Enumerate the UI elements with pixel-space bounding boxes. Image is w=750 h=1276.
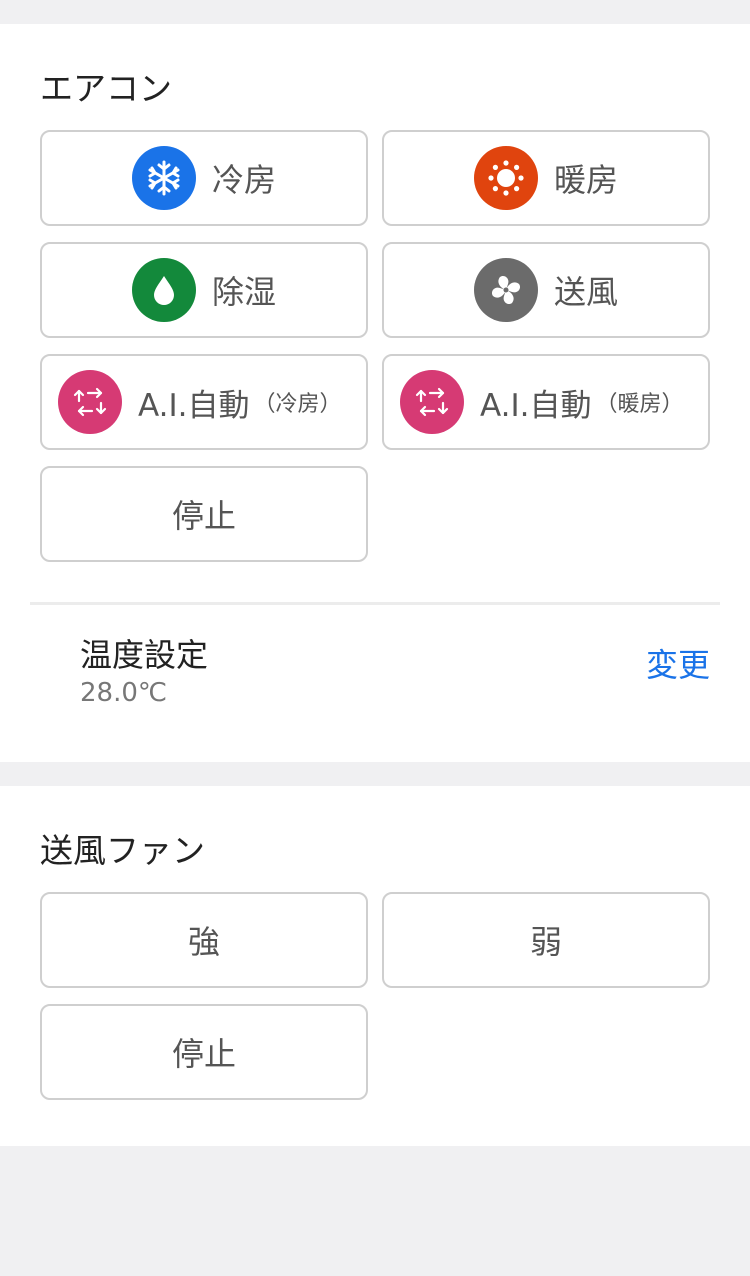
ai-auto-heat-sublabel: （暖房）	[595, 392, 684, 417]
fan-weak-button[interactable]: 弱	[382, 892, 710, 988]
ai-auto-heat-label: A.I.自動	[480, 387, 592, 424]
fan-mode-button[interactable]: 送風	[382, 242, 710, 338]
water-drop-icon	[131, 258, 196, 322]
fan-stop-button[interactable]: 停止	[40, 1004, 368, 1100]
cool-button[interactable]: 冷房	[40, 130, 368, 226]
section-divider	[30, 602, 720, 605]
fan-stop-label: 停止	[171, 1035, 236, 1073]
ai-auto-heat-button[interactable]: A.I.自動 （暖房）	[382, 354, 710, 450]
snowflake-icon	[131, 146, 196, 210]
fan-weak-label: 弱	[529, 923, 562, 961]
dry-button[interactable]: 除湿	[40, 242, 368, 338]
auto-arrows-icon	[400, 370, 464, 434]
temperature-change-link[interactable]: 変更	[646, 640, 710, 686]
fan-strong-label: 強	[187, 923, 220, 961]
ai-auto-cool-sublabel: （冷房）	[253, 392, 342, 417]
fan-section-title: 送風ファン	[40, 831, 205, 870]
temperature-value: 28.0℃	[80, 678, 168, 708]
dry-button-label: 除湿	[211, 273, 276, 311]
aircon-section-title: エアコン	[40, 69, 172, 108]
fan-mode-button-label: 送風	[553, 273, 618, 311]
ai-auto-cool-button[interactable]: A.I.自動 （冷房）	[40, 354, 368, 450]
ai-auto-cool-label: A.I.自動	[138, 387, 250, 424]
heat-button[interactable]: 暖房	[382, 130, 710, 226]
auto-arrows-icon	[58, 370, 122, 434]
cool-button-label: 冷房	[211, 161, 276, 199]
heat-button-label: 暖房	[553, 161, 618, 199]
sun-icon	[473, 146, 538, 210]
aircon-stop-label: 停止	[171, 497, 236, 535]
fan-icon	[473, 258, 538, 322]
temperature-title: 温度設定	[80, 636, 209, 674]
fan-strong-button[interactable]: 強	[40, 892, 368, 988]
aircon-stop-button[interactable]: 停止	[40, 466, 368, 562]
